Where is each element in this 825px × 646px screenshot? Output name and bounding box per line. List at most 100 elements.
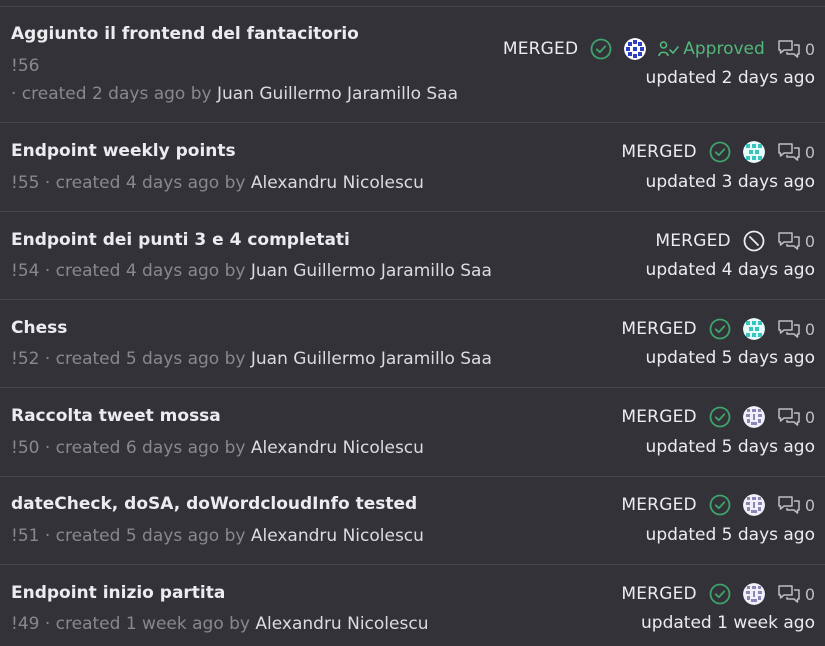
mr-created-text: · created 2 days ago by [11,84,212,104]
merge-request-item: Endpoint dei punti 3 e 4 completati !54 … [0,212,825,300]
mr-author-link[interactable]: Juan Guillermo Jaramillo Saa [251,349,492,369]
mr-status-row: MERGED 0 [655,230,815,252]
pipeline-passed-icon[interactable] [709,406,731,428]
comments-count[interactable]: 0 [777,319,815,339]
comments-count-value: 0 [804,319,815,339]
mr-status-merged: MERGED [621,319,697,339]
approved-badge[interactable]: Approved [658,39,765,59]
mr-title-link[interactable]: Endpoint inizio partita [11,583,225,603]
merge-request-item: Chess !52 · created 5 days ago by Juan G… [0,300,825,388]
comments-count-value: 0 [804,142,815,162]
mr-status-row: MERGED 0 [621,494,815,516]
mr-updated: updated 5 days ago [645,525,815,545]
mr-title-link[interactable]: Aggiunto il frontend del fantacitorio [11,24,359,44]
merge-request-item: dateCheck, doSA, doWordcloudInfo tested … [0,477,825,565]
approval-user-check-icon [658,41,680,57]
mr-status-merged: MERGED [621,142,697,162]
mr-id[interactable]: !55 [11,173,39,193]
merge-request-item: Aggiunto il frontend del fantacitorio !5… [0,7,825,123]
mr-title-link[interactable]: Endpoint weekly points [11,141,236,161]
mr-created-text: · created 4 days ago by [44,173,246,193]
comments-count-value: 0 [804,495,815,515]
mr-id[interactable]: !52 [11,349,39,369]
mr-created-text: · created 5 days ago by [44,349,246,369]
pipeline-passed-icon[interactable] [709,141,731,163]
mr-created-text: · created 4 days ago by [44,261,246,281]
mr-status-merged: MERGED [621,584,697,604]
comments-icon [778,320,800,338]
comments-icon [778,408,800,426]
mr-updated: updated 4 days ago [645,260,815,280]
comments-count[interactable]: 0 [777,231,815,251]
pipeline-passed-icon[interactable] [709,318,731,340]
pipeline-passed-icon[interactable] [709,494,731,516]
mr-updated: updated 1 week ago [641,613,815,633]
merge-request-list: Aggiunto il frontend del fantacitorio !5… [0,0,825,646]
comments-count-value: 0 [804,231,815,251]
comments-count[interactable]: 0 [777,39,815,59]
mr-updated: updated 5 days ago [645,348,815,368]
mr-status-row: MERGED 0 [621,318,815,340]
comments-count-value: 0 [804,407,815,427]
comments-count[interactable]: 0 [777,495,815,515]
mr-status-row: MERGED Approved 0 [503,38,815,60]
merge-request-item: Raccolta tweet mossa !50 · created 6 day… [0,388,825,477]
comments-icon [778,40,800,58]
comments-count-value: 0 [804,584,815,604]
mr-title-link[interactable]: Endpoint dei punti 3 e 4 completati [11,230,350,250]
mr-status-merged: MERGED [621,495,697,515]
mr-meta: !51 · created 5 days ago by Alexandru Ni… [11,526,424,546]
mr-author-link[interactable]: Juan Guillermo Jaramillo Saa [217,84,458,104]
assignee-avatar[interactable] [742,406,765,428]
mr-updated: updated 5 days ago [645,437,815,457]
mr-title-link[interactable]: Chess [11,318,67,338]
mr-id[interactable]: !49 [11,614,39,634]
assignee-avatar[interactable] [742,141,765,163]
mr-meta: · created 2 days ago by Juan Guillermo J… [11,84,458,104]
merge-request-item: Endpoint weekly points !55 · created 4 d… [0,123,825,212]
assignee-avatar[interactable] [742,583,765,605]
mr-author-link[interactable]: Alexandru Nicolescu [251,173,424,193]
comments-count-value: 0 [804,39,815,59]
mr-author-link[interactable]: Alexandru Nicolescu [255,614,428,634]
mr-created-text: · created 6 days ago by [44,438,246,458]
mr-status-row: MERGED 0 [621,583,815,605]
comments-icon [778,585,800,603]
mr-author-link[interactable]: Juan Guillermo Jaramillo Saa [251,261,492,281]
mr-author-link[interactable]: Alexandru Nicolescu [251,438,424,458]
comments-count[interactable]: 0 [777,142,815,162]
assignee-avatar[interactable] [624,38,647,60]
mr-id[interactable]: !50 [11,438,39,458]
assignee-avatar[interactable] [742,318,765,340]
comments-icon [778,496,800,514]
mr-meta: !50 · created 6 days ago by Alexandru Ni… [11,438,424,458]
mr-created-text: · created 1 week ago by [44,614,250,634]
mr-status-merged: MERGED [621,407,697,427]
comments-icon [778,143,800,161]
pipeline-passed-icon[interactable] [709,583,731,605]
comments-icon [778,232,800,250]
merge-request-item: Endpoint inizio partita !49 · created 1 … [0,565,825,646]
mr-author-link[interactable]: Alexandru Nicolescu [251,526,424,546]
comments-count[interactable]: 0 [777,584,815,604]
pipeline-passed-icon[interactable] [590,38,612,60]
comments-count[interactable]: 0 [777,407,815,427]
mr-status-row: MERGED 0 [621,406,815,428]
pipeline-canceled-icon[interactable] [743,230,765,252]
mr-id[interactable]: !56 [11,56,39,76]
mr-meta: !49 · created 1 week ago by Alexandru Ni… [11,614,428,634]
assignee-avatar[interactable] [742,494,765,516]
mr-title-link[interactable]: Raccolta tweet mossa [11,406,221,426]
mr-title-link[interactable]: dateCheck, doSA, doWordcloudInfo tested [11,494,417,514]
mr-meta: !54 · created 4 days ago by Juan Guiller… [11,261,492,281]
mr-meta: !55 · created 4 days ago by Alexandru Ni… [11,173,424,193]
mr-created-text: · created 5 days ago by [44,526,246,546]
mr-id[interactable]: !51 [11,526,39,546]
mr-updated: updated 2 days ago [645,68,815,88]
mr-status-row: MERGED 0 [621,141,815,163]
mr-id[interactable]: !54 [11,261,39,281]
mr-meta: !52 · created 5 days ago by Juan Guiller… [11,349,492,369]
mr-status-merged: MERGED [655,231,731,251]
approved-label: Approved [683,39,765,59]
mr-status-merged: MERGED [502,39,579,59]
